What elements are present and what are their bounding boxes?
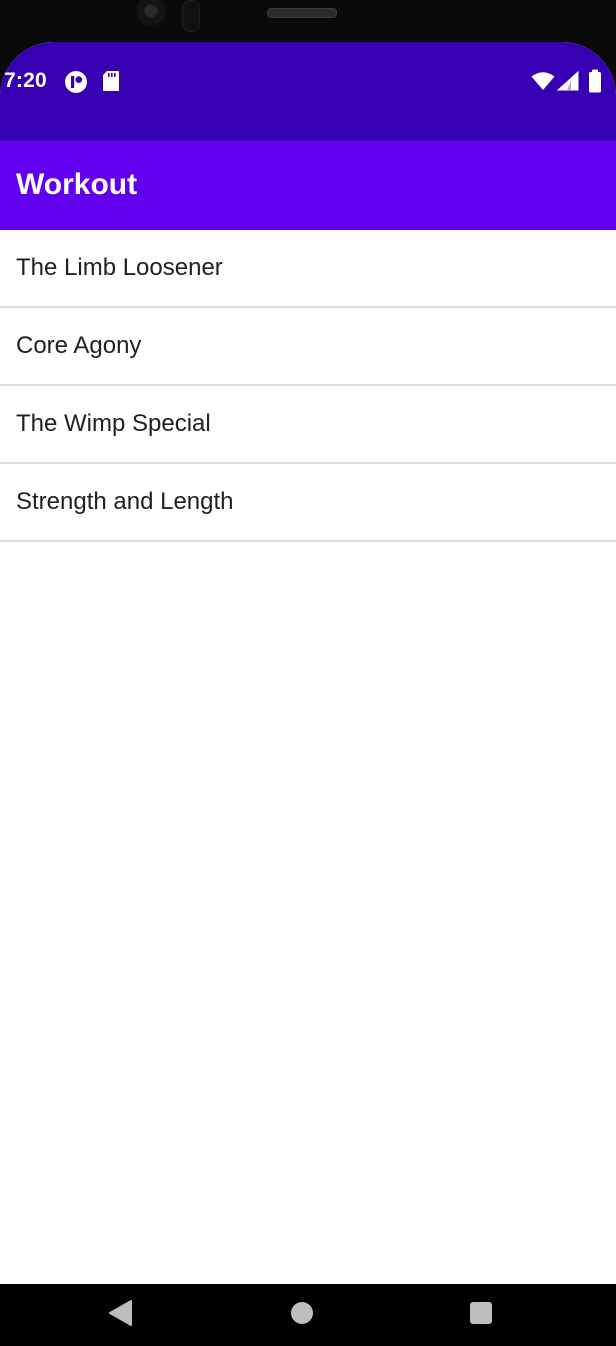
recents-icon [469, 1301, 493, 1330]
screen: 7:20 Workout The Limb Loosener Core Agon… [0, 42, 616, 1284]
back-icon [107, 1299, 133, 1332]
cell-signal-icon [556, 70, 579, 96]
wifi-icon [531, 71, 555, 96]
list-item[interactable]: The Limb Loosener [0, 230, 616, 308]
recents-button[interactable] [463, 1297, 499, 1333]
earpiece-speaker [267, 8, 337, 18]
status-bar: 7:20 [0, 42, 616, 141]
home-button[interactable] [284, 1297, 320, 1333]
list-item-label: The Wimp Special [16, 410, 211, 437]
status-time: 7:20 [4, 69, 47, 92]
home-icon [290, 1301, 314, 1330]
page-title: Workout [16, 168, 138, 201]
sd-card-icon [102, 70, 120, 97]
app-notification-icon [64, 70, 88, 99]
back-button[interactable] [102, 1297, 138, 1333]
navigation-bar [0, 1284, 616, 1346]
device-frame: 7:20 Workout The Limb Loosener Core Agon… [0, 0, 616, 1346]
front-camera [134, 0, 168, 28]
list-item[interactable]: Strength and Length [0, 464, 616, 542]
workout-list: The Limb Loosener Core Agony The Wimp Sp… [0, 230, 616, 542]
app-bar: Workout [0, 141, 616, 230]
list-item-label: Strength and Length [16, 488, 234, 515]
list-item-label: The Limb Loosener [16, 254, 223, 281]
list-item[interactable]: Core Agony [0, 308, 616, 386]
proximity-sensor [182, 0, 200, 32]
list-item[interactable]: The Wimp Special [0, 386, 616, 464]
battery-icon [588, 69, 602, 98]
list-item-label: Core Agony [16, 332, 142, 359]
